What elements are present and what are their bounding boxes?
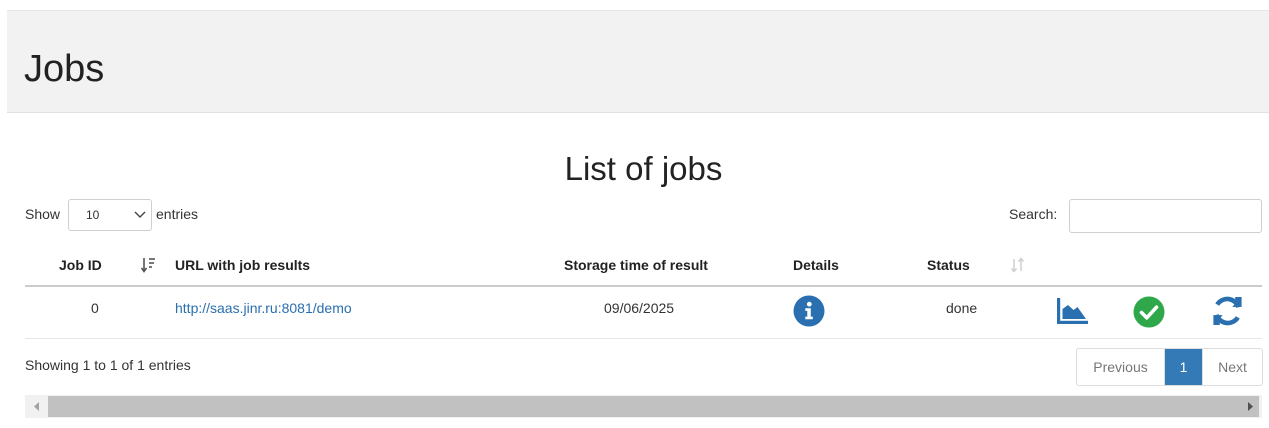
entries-label: entries: [156, 206, 199, 222]
cell-status: done: [946, 300, 978, 316]
scroll-right-arrow-icon[interactable]: [1239, 395, 1262, 418]
sort-descending-icon[interactable]: [141, 256, 157, 274]
page-header: Jobs: [7, 10, 1269, 113]
table-header-divider: [25, 285, 1262, 287]
page-title: Jobs: [24, 48, 105, 90]
search-label: Search:: [1009, 206, 1058, 222]
cell-storage-time: 09/06/2025: [604, 300, 675, 316]
horizontal-scrollbar[interactable]: [25, 395, 1262, 418]
previous-page-button[interactable]: Previous: [1077, 349, 1165, 385]
row-divider: [25, 338, 1262, 339]
column-header-storage-time[interactable]: Storage time of result: [564, 257, 708, 273]
entries-length-value: 10: [86, 208, 100, 222]
pagination: Previous 1 Next: [1076, 348, 1263, 386]
column-header-details[interactable]: Details: [793, 257, 839, 273]
show-label: Show: [25, 206, 61, 222]
search-input[interactable]: [1069, 199, 1262, 233]
column-header-url[interactable]: URL with job results: [175, 257, 310, 273]
sort-both-icon[interactable]: [1010, 256, 1026, 274]
column-header-status[interactable]: Status: [927, 257, 970, 273]
scroll-left-arrow-icon[interactable]: [25, 395, 48, 418]
refresh-icon[interactable]: [1211, 294, 1244, 328]
scrollbar-thumb[interactable]: [48, 396, 1259, 417]
page-1-button[interactable]: 1: [1165, 349, 1202, 385]
info-circle-icon[interactable]: [793, 295, 825, 327]
table-info-text: Showing 1 to 1 of 1 entries: [25, 357, 191, 373]
list-title: List of jobs: [564, 150, 723, 187]
job-results-link[interactable]: http://saas.jinr.ru:8081/demo: [175, 300, 352, 316]
chevron-down-icon: [134, 211, 146, 218]
column-header-job-id[interactable]: Job ID: [59, 257, 102, 273]
next-page-button[interactable]: Next: [1202, 349, 1262, 385]
entries-length-select[interactable]: 10: [68, 199, 152, 231]
check-circle-icon[interactable]: [1133, 296, 1165, 328]
cell-job-id: 0: [91, 300, 99, 316]
area-chart-icon[interactable]: [1056, 296, 1089, 326]
